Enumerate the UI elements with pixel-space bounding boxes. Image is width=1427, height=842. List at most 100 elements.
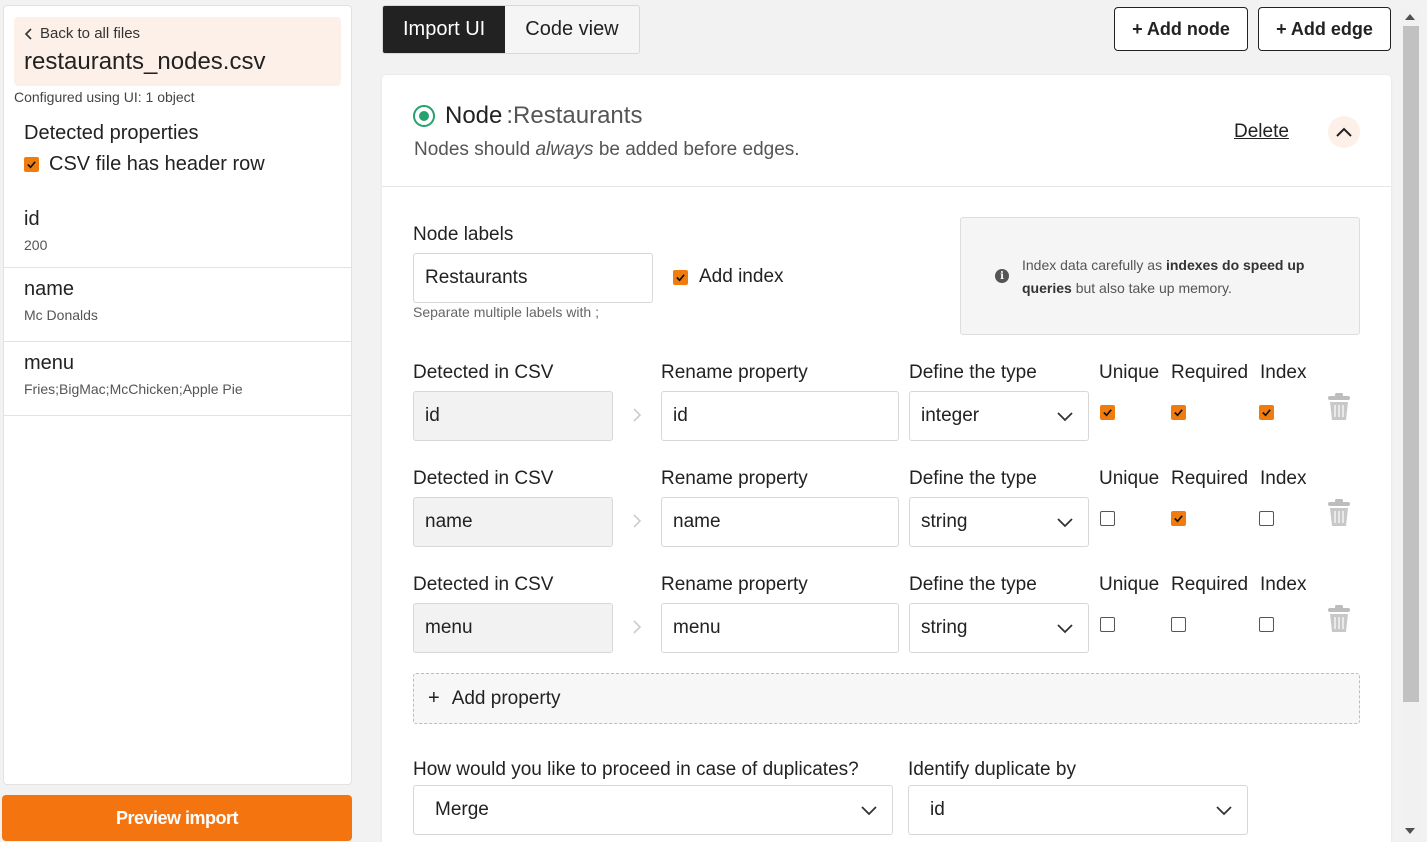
col-rename-label: Rename property — [661, 468, 808, 489]
view-tabs: Import UI Code view — [382, 5, 640, 54]
col-rename-label: Rename property — [661, 362, 808, 383]
identify-select-value: id — [930, 799, 945, 820]
node-labels-hint: Separate multiple labels with ; — [413, 304, 599, 320]
col-index-label: Index — [1260, 574, 1307, 595]
unique-checkbox[interactable] — [1100, 617, 1115, 632]
type-select-value: string — [921, 511, 968, 532]
rename-property-input[interactable]: id — [661, 391, 899, 441]
col-unique-label: Unique — [1099, 574, 1160, 595]
back-to-files-link[interactable]: Back to all files — [24, 25, 331, 42]
collapse-button[interactable] — [1328, 116, 1360, 148]
scroll-down-icon[interactable] — [1405, 828, 1415, 834]
index-checkbox[interactable] — [1259, 405, 1274, 420]
status-dot-icon — [413, 105, 435, 127]
unique-checkbox[interactable] — [1100, 511, 1115, 526]
rename-property-input[interactable]: name — [661, 497, 899, 547]
col-type-label: Define the type — [909, 468, 1037, 489]
chevron-down-icon — [1057, 624, 1073, 634]
property-sample: Mc Donalds — [24, 307, 98, 323]
required-checkbox[interactable] — [1171, 617, 1186, 632]
scroll-up-icon[interactable] — [1405, 14, 1415, 20]
configured-status: Configured using UI: 1 object — [14, 89, 195, 105]
detected-field: menu — [413, 603, 613, 653]
col-index-label: Index — [1260, 362, 1307, 383]
subtitle-emphasis: always — [535, 139, 594, 160]
duplicates-select[interactable]: Merge — [413, 785, 893, 835]
chevron-down-icon — [1057, 412, 1073, 422]
chevron-right-icon — [633, 408, 642, 422]
info-icon: i — [995, 269, 1009, 283]
property-name: id — [24, 208, 40, 230]
node-subtitle: Nodes should always be added before edge… — [414, 139, 800, 161]
file-header: Back to all files restaurants_nodes.csv — [14, 17, 341, 86]
node-title-name: :Restaurants — [506, 102, 643, 129]
tab-import-ui[interactable]: Import UI — [383, 6, 506, 53]
required-checkbox[interactable] — [1171, 405, 1186, 420]
chevron-right-icon — [633, 620, 642, 634]
type-select[interactable]: integer — [909, 391, 1089, 441]
subtitle-text: Nodes should — [414, 139, 536, 160]
index-checkbox[interactable] — [1259, 617, 1274, 632]
type-select-value: integer — [921, 405, 980, 426]
index-checkbox[interactable] — [1259, 511, 1274, 526]
duplicates-title: How would you like to proceed in case of… — [413, 759, 859, 780]
property-item-id[interactable]: id 200 — [4, 206, 351, 268]
chevron-right-icon — [633, 514, 642, 528]
plus-icon: + — [428, 687, 440, 709]
add-edge-button[interactable]: + Add edge — [1258, 7, 1391, 51]
trash-icon[interactable] — [1326, 604, 1352, 634]
node-labels-title: Node labels — [413, 224, 514, 245]
property-sample: Fries;BigMac;McChicken;Apple Pie — [24, 381, 243, 397]
property-sample: 200 — [24, 237, 48, 253]
col-detected-label: Detected in CSV — [413, 362, 554, 383]
identify-duplicate-select[interactable]: id — [908, 785, 1248, 835]
property-list: id 200 name Mc Donalds menu Fries;BigMac… — [4, 206, 351, 416]
col-unique-label: Unique — [1099, 468, 1160, 489]
node-labels-input[interactable]: Restaurants — [413, 253, 653, 303]
required-checkbox[interactable] — [1171, 511, 1186, 526]
node-title: Node :Restaurants — [413, 102, 642, 130]
detected-field: id — [413, 391, 613, 441]
type-select[interactable]: string — [909, 603, 1089, 653]
rename-property-input[interactable]: menu — [661, 603, 899, 653]
unique-checkbox[interactable] — [1100, 405, 1115, 420]
col-detected-label: Detected in CSV — [413, 574, 554, 595]
type-select[interactable]: string — [909, 497, 1089, 547]
col-index-label: Index — [1260, 468, 1307, 489]
checkbox-checked-icon[interactable] — [673, 269, 688, 285]
col-unique-label: Unique — [1099, 362, 1160, 383]
col-type-label: Define the type — [909, 574, 1037, 595]
property-name: name — [24, 278, 75, 300]
tab-code-view[interactable]: Code view — [505, 6, 639, 53]
info-text: but also take up memory. — [1071, 280, 1232, 296]
col-detected-label: Detected in CSV — [413, 468, 554, 489]
add-index-label: Add index — [699, 266, 784, 287]
property-item-name[interactable]: name Mc Donalds — [4, 268, 351, 342]
add-property-button[interactable]: + Add property — [413, 673, 1360, 724]
scrollbar-thumb[interactable] — [1403, 26, 1419, 702]
preview-import-button[interactable]: Preview import — [2, 795, 352, 841]
index-info-text: Index data carefully as indexes do speed… — [1022, 254, 1342, 300]
checkbox-checked-icon[interactable] — [24, 157, 39, 172]
col-required-label: Required — [1171, 574, 1249, 595]
type-select-value: string — [921, 617, 968, 638]
node-card-header: Node :Restaurants Nodes should always be… — [382, 75, 1391, 187]
chevron-up-icon — [1336, 127, 1352, 137]
info-text: Index data carefully as — [1022, 257, 1166, 273]
trash-icon[interactable] — [1326, 392, 1352, 422]
node-title-word: Node — [445, 102, 503, 129]
add-index-checkbox[interactable]: Add index — [673, 266, 784, 288]
detected-field: name — [413, 497, 613, 547]
chevron-down-icon — [1057, 518, 1073, 528]
node-config-card: Node :Restaurants Nodes should always be… — [382, 75, 1391, 842]
delete-node-link[interactable]: Delete — [1234, 121, 1289, 143]
trash-icon[interactable] — [1326, 498, 1352, 528]
identify-duplicate-title: Identify duplicate by — [908, 759, 1076, 780]
header-row-label: CSV file has header row — [49, 153, 265, 175]
back-link-label: Back to all files — [40, 25, 141, 42]
property-item-menu[interactable]: menu Fries;BigMac;McChicken;Apple Pie — [4, 342, 351, 416]
add-node-button[interactable]: + Add node — [1114, 7, 1248, 51]
header-row-checkbox[interactable]: CSV file has header row — [24, 153, 351, 176]
chevron-left-icon — [24, 27, 32, 40]
detected-properties-title: Detected properties — [24, 122, 199, 144]
